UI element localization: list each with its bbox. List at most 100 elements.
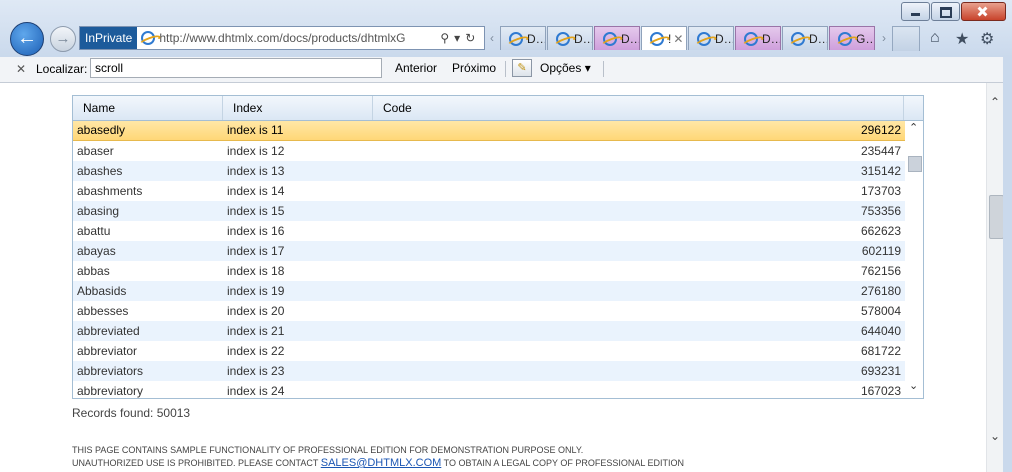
cell-name: Abbasids: [77, 284, 127, 298]
page-content: Name Index Code abasedly index is 11 29612…: [0, 83, 986, 472]
page-scroll-down-icon[interactable]: ⌄: [990, 429, 1000, 443]
refresh-icon[interactable]: ↻: [465, 31, 475, 45]
cell-index: index is 23: [227, 364, 285, 378]
table-row[interactable]: abaser index is 12 235447: [73, 141, 905, 161]
notice-text-after: TO OBTAIN A LEGAL COPY OF PROFESSIONAL E…: [443, 458, 685, 468]
grid-header: Name Index Code: [73, 96, 923, 121]
browser-tab[interactable]: D…: [688, 26, 734, 50]
cell-index: index is 14: [227, 184, 285, 198]
table-row[interactable]: abbreviatory index is 24 167023: [73, 381, 905, 398]
table-row[interactable]: Abbasids index is 19 276180: [73, 281, 905, 301]
column-header-code[interactable]: Code: [373, 96, 904, 120]
notice-line-2: UNAUTHORIZED USE IS PROHIBITED. PLEASE C…: [72, 457, 952, 470]
find-input[interactable]: [90, 58, 382, 78]
dropdown-arrow-icon[interactable]: ▾: [454, 31, 460, 45]
grid-scroll-down-icon[interactable]: ⌄: [909, 379, 918, 392]
page-scroll-up-icon[interactable]: ⌃: [990, 95, 1000, 109]
table-row[interactable]: abbas index is 18 762156: [73, 261, 905, 281]
find-previous-button[interactable]: Anterior: [395, 61, 437, 75]
grid-scrollbar[interactable]: ⌃ ⌄: [905, 121, 923, 398]
url-text[interactable]: http://www.dhtmlx.com/docs/products/dhtm…: [159, 31, 435, 45]
notice-text-before: UNAUTHORIZED USE IS PROHIBITED. PLEASE C…: [72, 458, 319, 468]
home-icon[interactable]: ⌂: [930, 29, 940, 47]
page-scrollbar[interactable]: ⌃ ⌄: [986, 83, 1004, 472]
table-row[interactable]: abashments index is 14 173703: [73, 181, 905, 201]
forward-arrow-icon[interactable]: →: [50, 26, 76, 52]
cell-code: 693231: [860, 364, 901, 378]
grid-scroll-thumb[interactable]: [908, 156, 922, 172]
find-options-label: Opções: [540, 61, 582, 75]
cell-index: index is 21: [227, 324, 285, 338]
table-row[interactable]: abbreviators index is 23 693231: [73, 361, 905, 381]
minimize-icon[interactable]: [901, 2, 930, 21]
tab-label: D…: [621, 31, 640, 46]
cell-code: 662623: [860, 224, 901, 238]
ie-logo-icon: [650, 31, 664, 46]
browser-tab[interactable]: D…: [547, 26, 593, 50]
data-grid: Name Index Code abasedly index is 11 29612…: [72, 95, 924, 399]
table-row[interactable]: abayas index is 17 602119: [73, 241, 905, 261]
browser-tab[interactable]: ! ✕: [641, 26, 687, 50]
find-next-button[interactable]: Próximo: [452, 61, 496, 75]
cell-index: index is 12: [227, 144, 285, 158]
tab-label: D…: [762, 31, 781, 46]
ie-logo-icon: [141, 31, 156, 45]
favorites-star-icon[interactable]: ★: [955, 29, 969, 49]
cell-code: 173703: [860, 184, 901, 198]
column-header-name[interactable]: Name: [73, 96, 223, 120]
back-arrow-icon[interactable]: ←: [10, 22, 44, 56]
close-window-icon[interactable]: [961, 2, 1006, 21]
inprivate-badge: InPrivate: [80, 27, 138, 49]
tab-scroll-right-icon[interactable]: ›: [876, 26, 892, 50]
table-row[interactable]: abashes index is 13 315142: [73, 161, 905, 181]
browser-tab[interactable]: D…: [594, 26, 640, 50]
records-count: Records found: 50013: [72, 406, 191, 420]
cell-index: index is 15: [227, 204, 285, 218]
grid-scroll-up-icon[interactable]: ⌃: [909, 121, 918, 134]
tab-label: D…: [574, 31, 593, 46]
find-label: Localizar:: [36, 62, 88, 76]
table-row[interactable]: abbreviator index is 22 681722: [73, 341, 905, 361]
tab-label: G…: [856, 31, 874, 46]
cell-code: 602119: [861, 244, 901, 258]
table-row[interactable]: abbesses index is 20 578004: [73, 301, 905, 321]
sales-email-link[interactable]: SALES@DHTMLX.COM: [321, 457, 442, 469]
table-row[interactable]: abasing index is 15 753356: [73, 201, 905, 221]
settings-gear-icon[interactable]: ⚙: [980, 29, 994, 49]
options-dropdown-icon: ▾: [584, 61, 591, 75]
new-tab-button[interactable]: [892, 26, 920, 51]
table-row[interactable]: abasedly index is 11 296122: [73, 121, 905, 141]
find-bar: ✕ Localizar: Anterior Próximo ✎ Opções ▾: [0, 57, 1012, 83]
browser-tab[interactable]: D…: [500, 26, 546, 50]
cell-code: 681722: [860, 344, 901, 358]
address-bar[interactable]: InPrivate http://www.dhtmlx.com/docs/pro…: [79, 26, 485, 50]
cell-name: abbreviators: [77, 364, 144, 378]
cell-name: abbesses: [77, 304, 129, 318]
cell-name: abashes: [77, 164, 123, 178]
browser-tab[interactable]: D…: [782, 26, 828, 50]
notice-line-1: THIS PAGE CONTAINS SAMPLE FUNCTIONALITY …: [72, 445, 584, 455]
ie-logo-icon: [838, 31, 852, 46]
highlight-icon[interactable]: ✎: [512, 59, 532, 77]
tab-scroll-left-icon[interactable]: ‹: [484, 26, 500, 50]
window-frame: [1003, 57, 1012, 472]
table-row[interactable]: abbreviated index is 21 644040: [73, 321, 905, 341]
browser-tab[interactable]: G…: [829, 26, 875, 50]
cell-code: 296122: [860, 123, 901, 137]
cell-index: index is 24: [227, 384, 285, 398]
search-icon[interactable]: ⚲: [440, 31, 449, 45]
maximize-icon[interactable]: [931, 2, 960, 21]
column-header-index[interactable]: Index: [223, 96, 373, 120]
cell-code: 315142: [860, 164, 901, 178]
cell-index: index is 22: [227, 344, 285, 358]
find-options-button[interactable]: Opções ▾: [540, 61, 591, 75]
close-find-icon[interactable]: ✕: [16, 62, 26, 76]
table-row[interactable]: abattu index is 16 662623: [73, 221, 905, 241]
page-scroll-thumb[interactable]: [989, 195, 1004, 239]
cell-index: index is 16: [227, 224, 285, 238]
window-controls: [900, 2, 1006, 21]
browser-tab[interactable]: D…: [735, 26, 781, 50]
cell-code: 235447: [860, 144, 901, 158]
cell-name: abashments: [77, 184, 143, 198]
close-tab-icon[interactable]: ✕: [673, 32, 683, 46]
